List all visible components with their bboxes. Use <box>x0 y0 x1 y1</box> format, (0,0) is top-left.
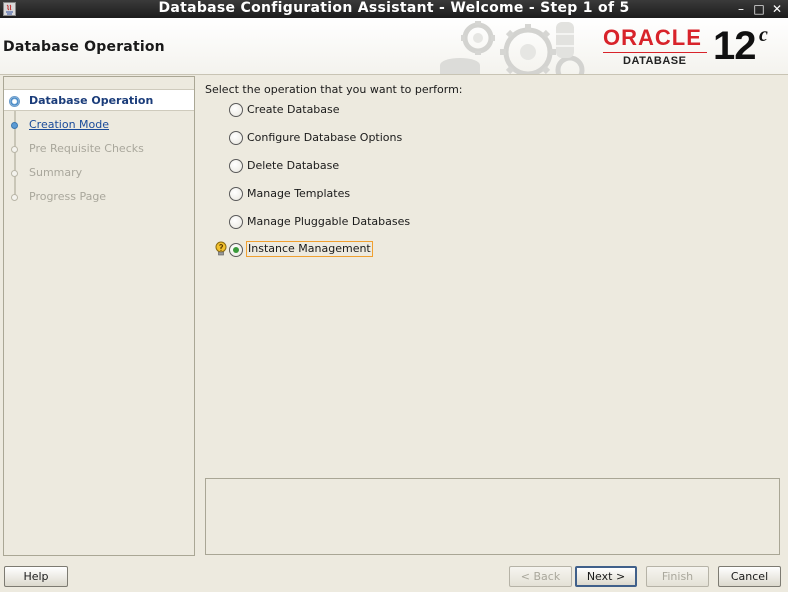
help-button[interactable]: Help <box>4 566 68 587</box>
back-button[interactable]: < Back <box>509 566 572 587</box>
minimize-button[interactable]: – <box>733 1 749 17</box>
wizard-header: Database Operation ORACLE DATABASE 12 c <box>0 18 788 75</box>
step-database-operation[interactable]: Database Operation <box>4 89 194 111</box>
description-pane <box>205 478 780 555</box>
radio-button[interactable] <box>229 159 243 173</box>
step-pending-icon <box>11 194 18 201</box>
step-label: Summary <box>29 166 83 179</box>
version-number: 12 <box>713 24 756 68</box>
maximize-button[interactable]: □ <box>751 1 767 17</box>
option-label[interactable]: Manage Templates <box>247 187 350 200</box>
radio-button[interactable] <box>229 215 243 229</box>
option-label[interactable]: Configure Database Options <box>247 131 402 144</box>
option-label[interactable]: Instance Management <box>246 241 373 257</box>
oracle-database-text: DATABASE <box>623 55 687 67</box>
radio-button[interactable] <box>229 131 243 145</box>
step-pending-icon <box>11 170 18 177</box>
option-label[interactable]: Delete Database <box>247 159 339 172</box>
radio-button[interactable] <box>229 187 243 201</box>
option-label[interactable]: Manage Pluggable Databases <box>247 215 410 228</box>
cancel-button[interactable]: Cancel <box>718 566 781 587</box>
step-creation-mode[interactable]: Creation Mode <box>4 114 194 136</box>
step-label: Progress Page <box>29 190 107 203</box>
radio-button[interactable] <box>229 103 243 117</box>
operation-prompt: Select the operation that you want to pe… <box>205 83 463 96</box>
step-label: Database Operation <box>29 94 154 107</box>
logo-rule <box>603 52 707 53</box>
step-summary: Summary <box>4 162 194 184</box>
oracle-logo-text: ORACLE <box>603 25 702 50</box>
wizard-steps-panel: Database Operation Creation Mode Pre Req… <box>3 76 195 556</box>
oracle-logo: ORACLE DATABASE <box>603 25 707 69</box>
window-title: Database Configuration Assistant - Welco… <box>158 0 630 16</box>
next-button[interactable]: Next > <box>575 566 637 587</box>
step-pending-icon <box>11 146 18 153</box>
step-pre-requisite-checks: Pre Requisite Checks <box>4 138 194 160</box>
option-label[interactable]: Create Database <box>247 103 340 116</box>
page-title: Database Operation <box>3 39 165 55</box>
step-progress-page: Progress Page <box>4 186 194 208</box>
step-current-icon <box>9 96 20 107</box>
step-label: Pre Requisite Checks <box>29 142 144 155</box>
finish-button[interactable]: Finish <box>646 566 709 587</box>
version-suffix: c <box>759 24 768 46</box>
radio-button-selected[interactable] <box>229 243 243 257</box>
close-button[interactable]: ✕ <box>769 1 785 17</box>
step-label[interactable]: Creation Mode <box>29 118 109 131</box>
step-active-icon <box>11 122 18 129</box>
lightbulb-hint-icon[interactable] <box>215 241 227 257</box>
window-title-bar[interactable]: Database Configuration Assistant - Welco… <box>0 0 788 18</box>
gears-graphic-icon <box>440 21 585 74</box>
